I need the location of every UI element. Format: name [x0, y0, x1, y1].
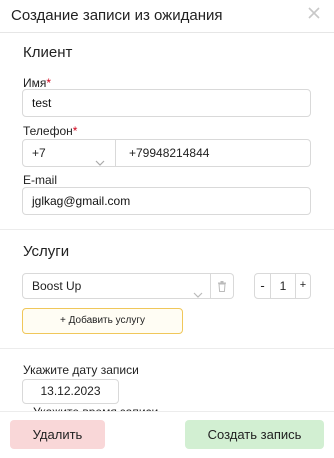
create-appointment-modal: Создание записи из ожидания Клиент Имя* … — [0, 0, 334, 458]
email-input[interactable]: jglkag@gmail.com — [22, 187, 311, 215]
increment-button[interactable]: + — [295, 274, 310, 298]
required-mark: * — [72, 124, 78, 138]
delete-button[interactable]: Удалить — [10, 420, 105, 449]
services-section-title: Услуги — [23, 243, 70, 260]
chevron-down-icon — [95, 149, 105, 175]
section-divider — [0, 229, 334, 230]
quantity-value[interactable]: 1 — [271, 274, 295, 298]
decrement-button[interactable]: - — [255, 274, 271, 298]
service-select-value: Boost Up — [32, 279, 82, 293]
delete-service-button[interactable] — [211, 273, 234, 299]
required-mark: * — [46, 76, 52, 90]
modal-title: Создание записи из ожидания — [11, 7, 223, 24]
section-divider — [0, 348, 334, 349]
name-label: Имя* — [23, 76, 52, 90]
name-input[interactable]: test — [22, 89, 311, 117]
phone-label: Телефон* — [23, 124, 78, 138]
email-label: E-mail — [23, 173, 58, 187]
close-icon[interactable] — [306, 5, 322, 21]
chevron-down-icon — [193, 282, 203, 306]
service-select[interactable]: Boost Up — [22, 273, 211, 299]
date-input[interactable]: 13.12.2023 — [22, 379, 119, 404]
quantity-stepper: - 1 + — [254, 273, 311, 299]
client-section-title: Клиент — [23, 44, 73, 61]
date-label: Укажите дату записи — [23, 363, 139, 377]
phone-number-input[interactable]: +79948214844 — [116, 139, 311, 167]
modal-header: Создание записи из ожидания — [0, 0, 334, 33]
phone-country-code-select[interactable]: +7 — [22, 139, 116, 167]
trash-icon — [218, 281, 226, 292]
phone-code-value: +7 — [32, 146, 46, 160]
create-appointment-button[interactable]: Создать запись — [185, 420, 324, 449]
add-service-button[interactable]: + Добавить услугу — [22, 308, 183, 334]
